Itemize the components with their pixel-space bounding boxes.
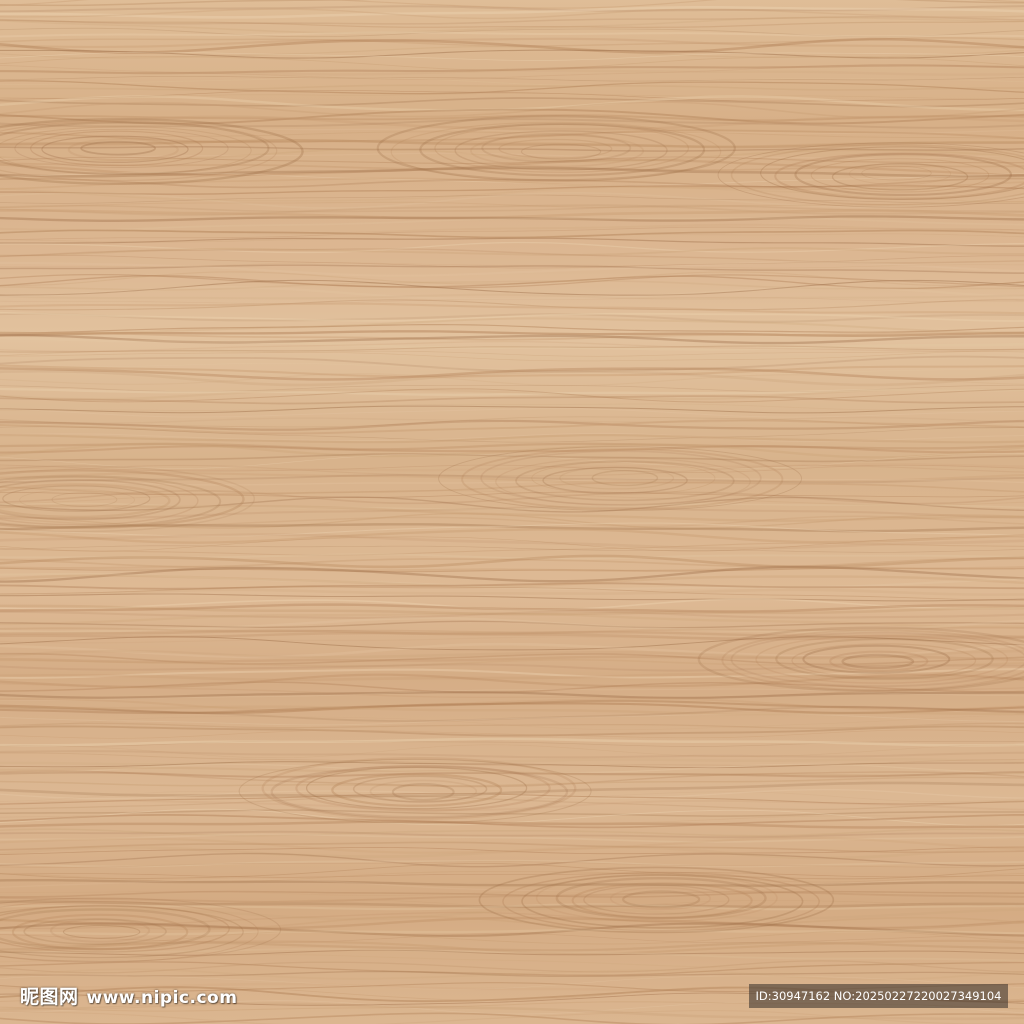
watermark-site: www.nipic.com <box>86 988 238 1008</box>
image-id-watermark: ID:30947162 NO:20250227220027349104 <box>749 984 1008 1008</box>
nipic-watermark: 昵图网 www.nipic.com <box>20 982 237 1009</box>
watermark-logo-text: 昵图网 <box>20 986 79 1008</box>
wood-grain-texture <box>0 0 1024 1024</box>
wood-texture-image: 昵图网 www.nipic.com ID:30947162 NO:20250227… <box>0 0 1024 1024</box>
